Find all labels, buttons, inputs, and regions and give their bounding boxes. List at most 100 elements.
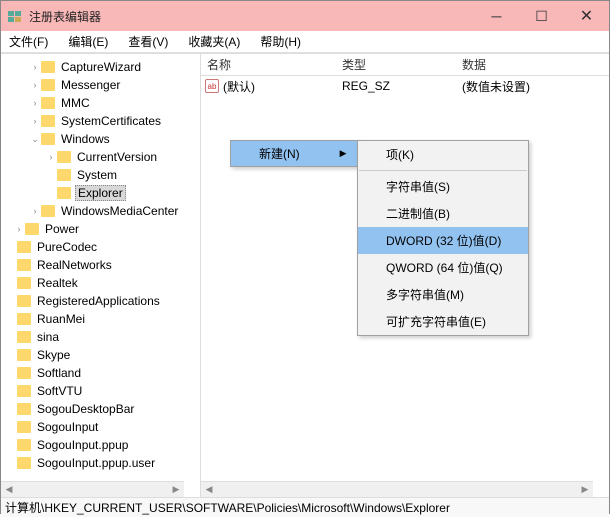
menu-item-qword[interactable]: QWORD (64 位)值(Q) [358, 254, 528, 281]
folder-icon [17, 349, 31, 361]
tree-item[interactable]: › Power [1, 220, 200, 238]
submenu-arrow-icon: ▶ [340, 148, 347, 159]
folder-icon [41, 97, 55, 109]
tree-item-label: Power [43, 222, 81, 236]
value-data: (数值未设置) [456, 78, 609, 95]
titlebar: 注册表编辑器 ─ ☐ ✕ [1, 1, 609, 31]
menu-item-dword[interactable]: DWORD (32 位)值(D) [358, 227, 528, 254]
tree-item[interactable]: RuanMei [1, 310, 200, 328]
tree-item-label: WindowsMediaCenter [59, 204, 180, 218]
folder-icon [57, 151, 71, 163]
tree-item-label: Realtek [35, 276, 80, 290]
tree-item[interactable]: SogouDesktopBar [1, 400, 200, 418]
chevron-right-icon[interactable]: › [29, 116, 41, 126]
header-name[interactable]: 名称 [201, 56, 336, 73]
tree-item-label: Skype [35, 348, 72, 362]
tree-item[interactable]: Explorer [1, 184, 200, 202]
tree-item[interactable]: RealNetworks [1, 256, 200, 274]
folder-icon [41, 115, 55, 127]
value-name: (默认) [223, 78, 255, 95]
tree-item[interactable]: Softland [1, 364, 200, 382]
folder-icon [25, 223, 39, 235]
chevron-right-icon[interactable]: › [29, 98, 41, 108]
tree-item[interactable]: › SystemCertificates [1, 112, 200, 130]
value-type: REG_SZ [336, 79, 456, 93]
app-icon [7, 8, 23, 24]
menu-edit[interactable]: 编辑(E) [64, 31, 112, 52]
menu-separator [359, 170, 527, 171]
folder-icon [17, 385, 31, 397]
tree-item-label: SogouInput.ppup [35, 438, 130, 452]
menu-view[interactable]: 查看(V) [124, 31, 172, 52]
maximize-button[interactable]: ☐ [519, 1, 564, 31]
folder-icon [41, 205, 55, 217]
tree-item[interactable]: SogouInput.ppup [1, 436, 200, 454]
folder-icon [57, 187, 71, 199]
tree-item-label: Messenger [59, 78, 122, 92]
tree-item-label: CurrentVersion [75, 150, 159, 164]
tree-item-label: CaptureWizard [59, 60, 143, 74]
folder-icon [17, 295, 31, 307]
tree-item-label: RegisteredApplications [35, 294, 162, 308]
menu-item-binary[interactable]: 二进制值(B) [358, 200, 528, 227]
tree-item[interactable]: › CurrentVersion [1, 148, 200, 166]
chevron-right-icon[interactable]: › [29, 62, 41, 72]
statusbar: 计算机\HKEY_CURRENT_USER\SOFTWARE\Policies\… [1, 497, 609, 517]
chevron-right-icon[interactable]: › [13, 224, 25, 234]
list-row[interactable]: ab (默认) REG_SZ (数值未设置) [201, 76, 609, 96]
header-data[interactable]: 数据 [456, 56, 609, 73]
tree-item-label: SogouDesktopBar [35, 402, 136, 416]
chevron-right-icon[interactable]: › [45, 152, 57, 162]
tree-item[interactable]: Realtek [1, 274, 200, 292]
tree-item[interactable]: › Messenger [1, 76, 200, 94]
chevron-down-icon[interactable]: ⌄ [29, 134, 41, 145]
menu-item-expand[interactable]: 可扩充字符串值(E) [358, 308, 528, 335]
tree-item-label: SogouInput [35, 420, 100, 434]
folder-icon [41, 133, 55, 145]
menu-favorites[interactable]: 收藏夹(A) [184, 31, 244, 52]
menubar: 文件(F) 编辑(E) 查看(V) 收藏夹(A) 帮助(H) [1, 31, 609, 53]
tree-item[interactable]: ›MMC [1, 94, 200, 112]
menu-item-new[interactable]: 新建(N) ▶ [231, 141, 357, 166]
tree-item-label: RealNetworks [35, 258, 114, 272]
list-scrollbar-h[interactable]: ◀ ▶ [201, 481, 593, 497]
minimize-button[interactable]: ─ [474, 1, 519, 31]
tree-item[interactable]: Skype [1, 346, 200, 364]
folder-icon [17, 457, 31, 469]
tree-item[interactable]: PureCodec [1, 238, 200, 256]
chevron-right-icon[interactable]: › [29, 206, 41, 216]
tree-item[interactable]: › CaptureWizard [1, 58, 200, 76]
context-menu-main: 新建(N) ▶ [230, 140, 358, 167]
tree-item[interactable]: SogouInput.ppup.user [1, 454, 200, 472]
menu-item-string[interactable]: 字符串值(S) [358, 173, 528, 200]
tree-item[interactable]: SoftVTU [1, 382, 200, 400]
folder-icon [17, 367, 31, 379]
tree-item-label: SystemCertificates [59, 114, 163, 128]
scroll-left-icon[interactable]: ◀ [1, 482, 17, 497]
menu-help[interactable]: 帮助(H) [256, 31, 305, 52]
scroll-right-icon[interactable]: ▶ [577, 482, 593, 497]
tree-item[interactable]: SogouInput [1, 418, 200, 436]
folder-icon [17, 241, 31, 253]
tree-item[interactable]: › WindowsMediaCenter [1, 202, 200, 220]
scroll-left-icon[interactable]: ◀ [201, 482, 217, 497]
window-title: 注册表编辑器 [29, 8, 474, 25]
folder-icon [17, 403, 31, 415]
close-button[interactable]: ✕ [564, 1, 609, 31]
tree-item[interactable]: System [1, 166, 200, 184]
scroll-right-icon[interactable]: ▶ [168, 482, 184, 497]
reg-string-icon: ab [205, 79, 219, 93]
folder-icon [17, 439, 31, 451]
chevron-right-icon[interactable]: › [29, 80, 41, 90]
header-type[interactable]: 类型 [336, 56, 456, 73]
tree-item-label: System [75, 168, 119, 182]
tree-panel[interactable]: ›CaptureWizard›Messenger›MMC›SystemCerti… [1, 54, 201, 497]
menu-file[interactable]: 文件(F) [5, 31, 52, 52]
tree-item[interactable]: RegisteredApplications [1, 292, 200, 310]
menu-item-key[interactable]: 项(K) [358, 141, 528, 168]
folder-icon [17, 331, 31, 343]
menu-item-multi[interactable]: 多字符串值(M) [358, 281, 528, 308]
tree-item[interactable]: ⌄Windows [1, 130, 200, 148]
tree-item[interactable]: sina [1, 328, 200, 346]
tree-scrollbar-h[interactable]: ◀ ▶ [1, 481, 184, 497]
